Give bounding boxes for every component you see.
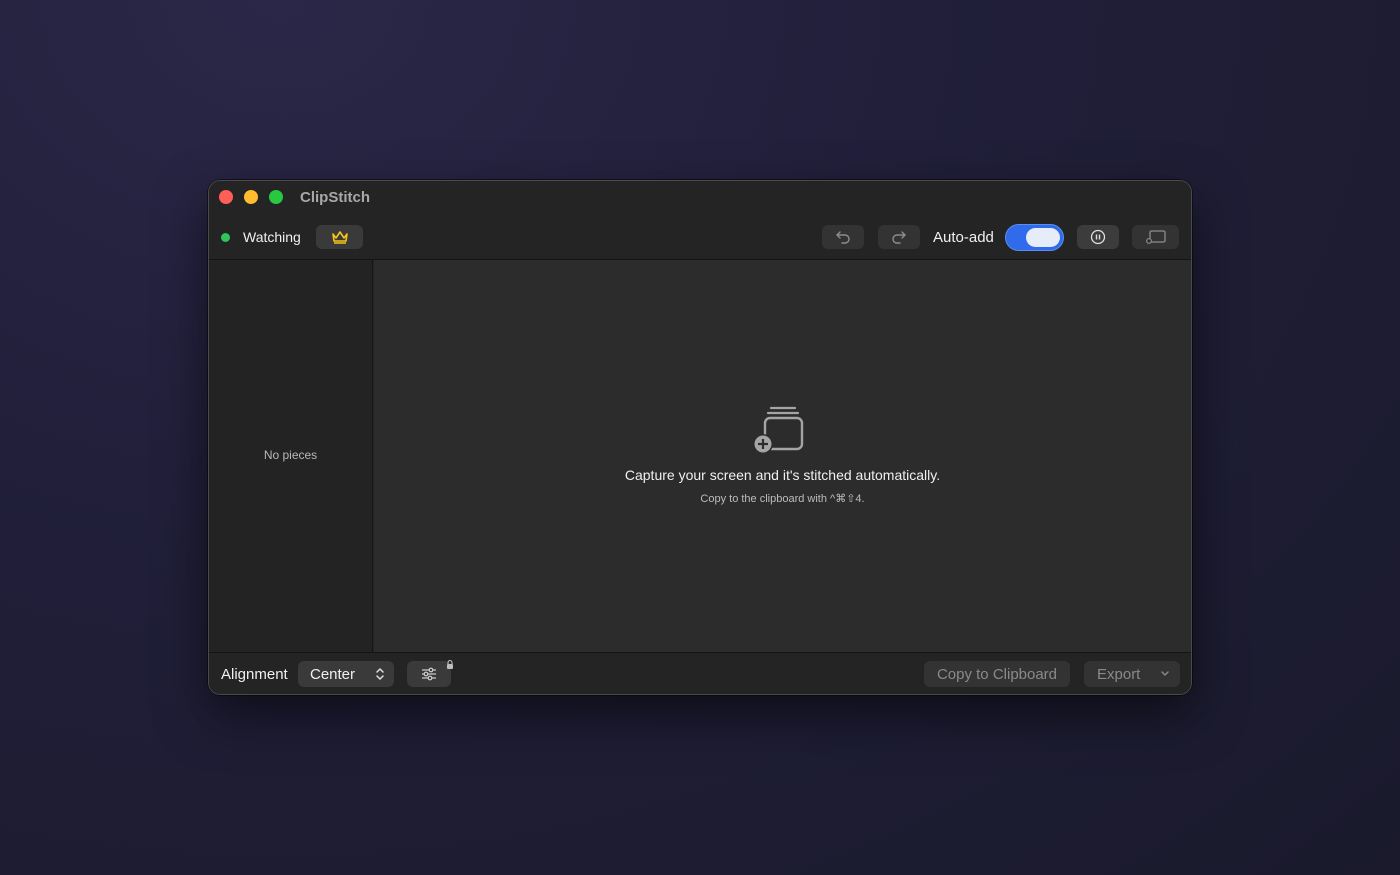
redo-icon xyxy=(892,231,906,244)
copy-to-clipboard-button[interactable]: Copy to Clipboard xyxy=(924,661,1070,687)
minimize-window-button[interactable] xyxy=(244,190,258,204)
auto-add-toggle[interactable] xyxy=(1005,224,1064,251)
redo-button[interactable] xyxy=(878,225,920,249)
status-label: Watching xyxy=(243,229,301,245)
pause-icon xyxy=(1090,229,1106,245)
export-label: Export xyxy=(1097,665,1141,683)
adjustments-button[interactable] xyxy=(407,661,451,687)
copy-to-clipboard-label: Copy to Clipboard xyxy=(936,665,1058,683)
premium-button[interactable] xyxy=(316,225,363,249)
undo-button[interactable] xyxy=(822,225,864,249)
bottom-bar: Alignment Center Copy to Clipboard Expor… xyxy=(209,653,1191,694)
alignment-label: Alignment xyxy=(221,666,288,683)
undo-icon xyxy=(836,231,850,244)
alignment-value: Center xyxy=(310,666,356,683)
auto-add-label: Auto-add xyxy=(933,229,994,246)
empty-state-title: Capture your screen and it's stitched au… xyxy=(624,467,941,483)
export-button[interactable]: Export xyxy=(1084,661,1180,687)
sidebar-empty-label: No pieces xyxy=(263,448,318,462)
capture-area-button[interactable] xyxy=(1132,225,1179,249)
toolbar: Watching Auto-add xyxy=(209,215,1191,259)
close-window-button[interactable] xyxy=(219,190,233,204)
status-indicator-dot xyxy=(221,233,230,242)
stack-add-icon xyxy=(753,406,804,454)
pieces-sidebar[interactable]: No pieces xyxy=(209,260,373,652)
chevron-down-icon[interactable] xyxy=(1160,670,1170,678)
chevron-up-down-icon xyxy=(376,668,384,680)
title-bar[interactable]: ClipStitch xyxy=(209,181,1191,215)
screen-capture-icon xyxy=(1145,230,1166,244)
toggle-knob xyxy=(1026,228,1060,247)
window-title: ClipStitch xyxy=(300,189,370,206)
stitch-canvas[interactable]: Capture your screen and it's stitched au… xyxy=(374,260,1191,652)
zoom-window-button[interactable] xyxy=(269,190,283,204)
app-window: ClipStitch Watching Auto-add No pieces C… xyxy=(208,180,1192,695)
alignment-select[interactable]: Center xyxy=(298,661,394,687)
pause-button[interactable] xyxy=(1077,225,1119,249)
crown-icon xyxy=(331,231,348,244)
empty-state-subtitle: Copy to the clipboard with ^⌘⇧4. xyxy=(700,493,865,505)
sliders-icon xyxy=(422,667,436,681)
lock-icon xyxy=(447,660,453,669)
